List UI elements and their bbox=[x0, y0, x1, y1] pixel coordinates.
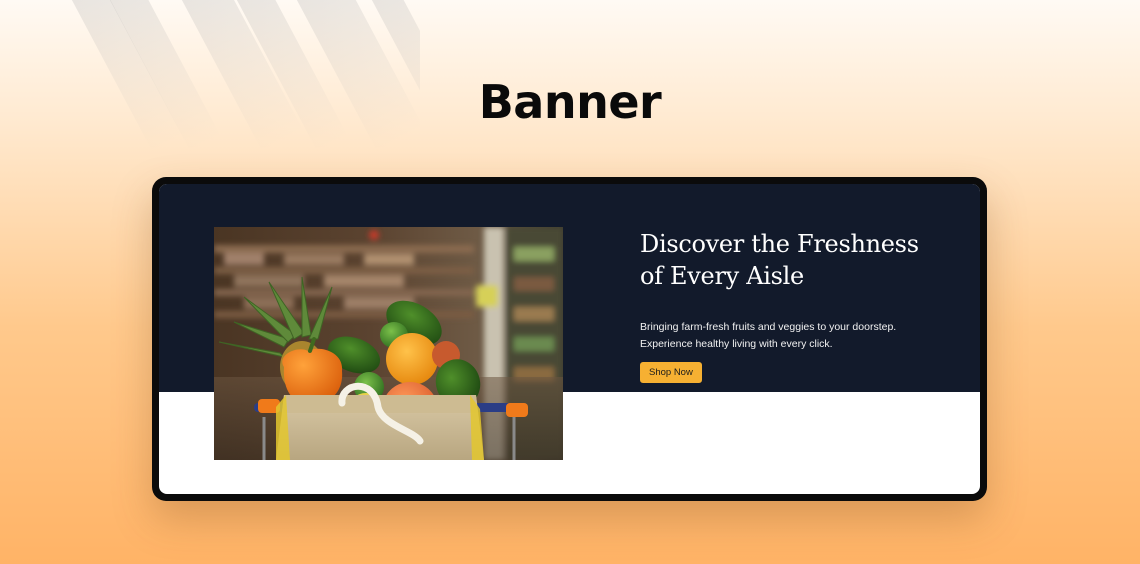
hero-heading-line2: of Every Aisle bbox=[640, 262, 804, 290]
hero-heading-line1: Discover the Freshness bbox=[640, 230, 919, 258]
hero-image bbox=[214, 227, 563, 460]
banner-screen: Discover the Freshness of Every Aisle Br… bbox=[159, 184, 980, 494]
shop-now-button[interactable]: Shop Now bbox=[640, 362, 702, 383]
page-title: Banner bbox=[478, 75, 662, 129]
hero-description-line1: Bringing farm-fresh fruits and veggies t… bbox=[640, 321, 897, 333]
device-frame: Discover the Freshness of Every Aisle Br… bbox=[152, 177, 987, 501]
hero-description-line2: Experience healthy living with every cli… bbox=[640, 338, 833, 350]
hero-heading: Discover the Freshness of Every Aisle bbox=[640, 228, 960, 292]
hero-description: Bringing farm-fresh fruits and veggies t… bbox=[640, 319, 960, 353]
hero-copy: Discover the Freshness of Every Aisle Br… bbox=[640, 228, 960, 383]
